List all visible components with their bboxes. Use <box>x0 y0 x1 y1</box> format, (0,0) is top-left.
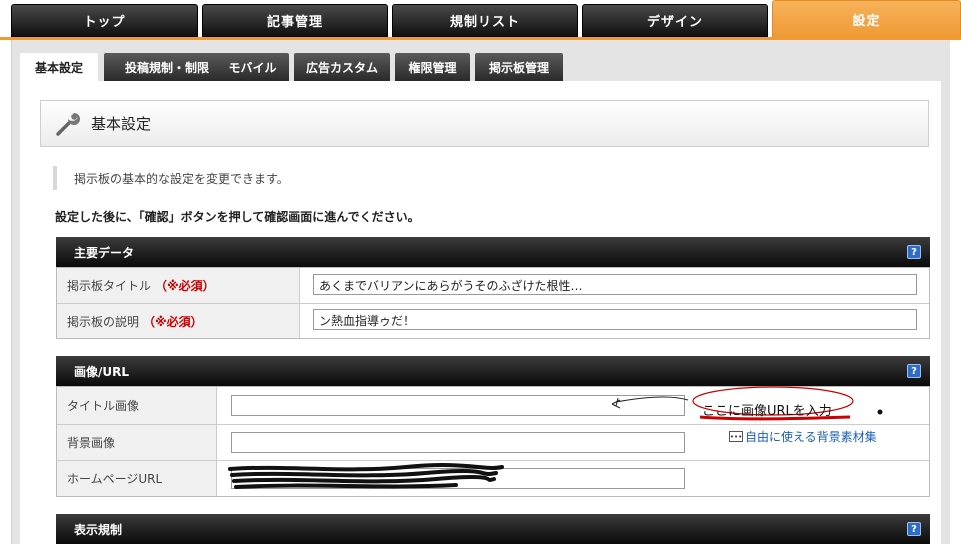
section-header-display: 表示規制 ? <box>56 514 930 544</box>
field-label: 掲示板の説明 （※必須） <box>57 304 300 338</box>
top-nav: トップ 記事管理 規制リスト デザイン 設定 <box>0 0 961 38</box>
link-icon: ••• <box>729 431 743 442</box>
main-data-table: 掲示板タイトル （※必須） あくまでバリアンにあらがうそのふざけた根性… 掲示板… <box>56 267 930 339</box>
nav-tab-regulation-list[interactable]: 規制リスト <box>392 4 578 37</box>
field-label: 背景画像 <box>57 425 217 460</box>
annotation-text: ここに画像URLを入力 <box>702 404 832 419</box>
background-image-input[interactable] <box>231 432 685 453</box>
table-row: 掲示板タイトル （※必須） あくまでバリアンにあらがうそのふざけた根性… <box>57 268 929 303</box>
table-row: 掲示板の説明 （※必須） ン熱血指導ゥだ！ <box>57 303 929 338</box>
nav-tab-articles[interactable]: 記事管理 <box>202 4 388 37</box>
description-note: 掲示板の基本的な設定を変更できます。 <box>53 166 289 190</box>
subtab-ad-custom[interactable]: 広告カスタム <box>294 53 390 81</box>
section-title: 主要データ <box>74 245 135 260</box>
section-header-main: 主要データ ? <box>56 237 930 267</box>
subtab-board-management[interactable]: 掲示板管理 <box>475 53 563 81</box>
field-label: ホームページURL <box>57 461 217 496</box>
subtab-permissions[interactable]: 権限管理 <box>395 53 470 81</box>
wrench-icon <box>56 112 80 136</box>
label-text: 掲示板の説明 <box>67 314 140 329</box>
subtab-mobile[interactable]: モバイル <box>216 53 289 81</box>
help-icon[interactable]: ? <box>907 364 921 378</box>
link-text: 自由に使える背景素材集 <box>745 430 877 444</box>
field-cell: あくまでバリアンにあらがうそのふざけた根性… <box>300 268 929 303</box>
help-icon[interactable]: ? <box>907 522 921 536</box>
nav-tab-design[interactable]: デザイン <box>582 4 768 37</box>
label-text: 掲示板タイトル <box>67 279 152 293</box>
board-title-input[interactable]: あくまでバリアンにあらがうそのふざけた根性… <box>313 274 917 295</box>
required-mark: （※必須） <box>155 279 215 293</box>
nav-tab-top[interactable]: トップ <box>11 4 198 37</box>
redaction-scribble <box>228 463 504 489</box>
field-cell: ン熱血指導ゥだ！ <box>300 304 929 338</box>
field-label: タイトル画像 <box>57 387 217 424</box>
section-header-image: 画像/URL ? <box>56 356 930 386</box>
help-icon[interactable]: ? <box>907 245 921 259</box>
section-title: 画像/URL <box>74 364 130 379</box>
background-materials-link[interactable]: ••• 自由に使える背景素材集 <box>729 428 877 445</box>
page-title: 基本設定 <box>91 115 152 133</box>
required-mark: （※必須） <box>143 314 203 329</box>
section-title: 表示規制 <box>74 522 123 537</box>
page-heading: 基本設定 <box>40 100 929 147</box>
board-description-input[interactable]: ン熱血指導ゥだ！ <box>313 309 917 330</box>
field-label: 掲示板タイトル （※必須） <box>57 268 300 303</box>
subtab-basic[interactable]: 基本設定 <box>20 53 98 82</box>
subtab-post-restrictions[interactable]: 投稿規制・制限 <box>104 53 230 81</box>
instruction-text: 設定した後に、「確認」ボタンを押して確認画面に進んでください。 <box>55 210 420 224</box>
nav-tab-settings[interactable]: 設定 <box>772 0 961 38</box>
